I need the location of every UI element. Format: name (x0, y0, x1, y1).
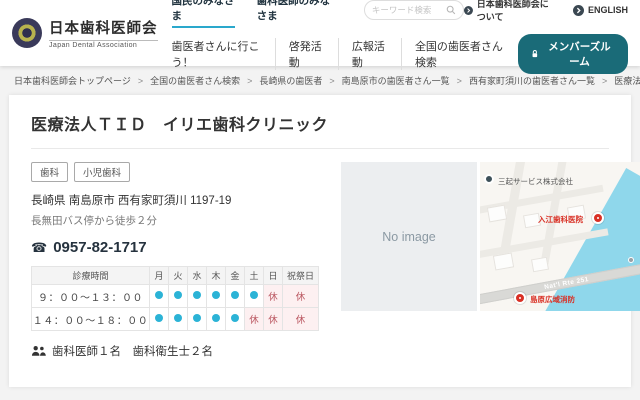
day-header: 金 (226, 267, 245, 285)
clinic-marker-icon (592, 212, 604, 224)
company-label: 三起サービス株式会社 (498, 176, 573, 187)
phone-link[interactable]: ☎ 0957-82-1717 (31, 239, 323, 256)
specialty-tag: 歯科 (31, 162, 68, 182)
phone-icon: ☎ (31, 240, 47, 256)
schedule-header-row: 診療時間 月火水木金土日祝祭日 (32, 267, 319, 285)
breadcrumb-item[interactable]: 南島原市の歯医者さん一覧 (342, 76, 450, 86)
search-input[interactable] (372, 5, 446, 15)
search-icon (446, 5, 456, 15)
closed-cell: 休 (283, 308, 319, 331)
day-header: 木 (207, 267, 226, 285)
staff-info: 歯科医師１名 歯科衛生士２名 (31, 343, 323, 359)
open-dot-icon (174, 314, 182, 322)
logo-subtitle: Japan Dental Association (49, 40, 158, 49)
utility-link[interactable]: 日本歯科医師会について (464, 0, 557, 23)
members-room-button[interactable]: メンバーズルーム (518, 34, 628, 74)
location-map[interactable]: Nat'l Rte 251 三起サービス株式会社 入江歯科医院 島原広域消防 (480, 162, 640, 311)
open-cell (188, 308, 207, 331)
open-cell (150, 308, 169, 331)
breadcrumb-item: 医療法人ＴＩＤ イリエ歯科クリニック (614, 76, 640, 86)
utility-links: 日本歯科医師会について ENGLISH (464, 0, 628, 23)
header-tab[interactable]: 国民のみなさま (172, 0, 235, 28)
nav-item[interactable]: 啓発活動 (275, 38, 338, 70)
day-header: 土 (245, 267, 264, 285)
no-image-placeholder: No image (341, 162, 477, 311)
open-dot-icon (231, 314, 239, 322)
open-dot-icon (193, 314, 201, 322)
open-dot-icon (212, 291, 220, 299)
open-cell (226, 308, 245, 331)
nav-item[interactable]: 歯医者さんに行こう！ (172, 38, 275, 70)
open-dot-icon (155, 314, 163, 322)
open-cell (207, 285, 226, 308)
clinic-access: 長無田バス停から徒歩２分 (31, 213, 323, 228)
open-dot-icon (250, 291, 258, 299)
fire-station-label: 島原広域消防 (530, 294, 575, 305)
nav-item[interactable]: 広報活動 (338, 38, 401, 70)
jda-emblem-icon (12, 18, 42, 48)
open-cell (169, 308, 188, 331)
circle-arrow-icon (464, 5, 473, 16)
open-cell (169, 285, 188, 308)
specialty-tag: 小児歯科 (74, 162, 130, 182)
schedule-time-header: 診療時間 (32, 267, 150, 285)
lock-icon (531, 49, 539, 59)
company-marker-icon (484, 174, 494, 184)
closed-cell: 休 (283, 285, 319, 308)
primary-tabs: 国民のみなさま歯科医師のみなさま (172, 0, 360, 28)
open-dot-icon (155, 291, 163, 299)
breadcrumb-item[interactable]: 西有家町須川の歯医者さん一覧 (469, 76, 595, 86)
keyword-search[interactable] (364, 0, 464, 20)
day-header: 月 (150, 267, 169, 285)
transit-stop-icon (628, 257, 634, 263)
day-header: 火 (169, 267, 188, 285)
open-cell (207, 308, 226, 331)
page-title: 医療法人ＴＩＤ イリエ歯科クリニック (31, 111, 609, 149)
site-header: 日本歯科医師会 Japan Dental Association 国民のみなさま… (0, 0, 640, 66)
clinic-tags: 歯科小児歯科 (31, 162, 323, 182)
nav-item[interactable]: 全国の歯医者さん検索 (401, 38, 518, 70)
utility-link[interactable]: ENGLISH (573, 5, 628, 16)
logo-title: 日本歯科医師会 (49, 17, 158, 38)
phone-number: 0957-82-1717 (53, 239, 146, 256)
schedule-table: 診療時間 月火水木金土日祝祭日 ９：００～１３：００ 休休 １４：００～１８：００ 休… (31, 266, 319, 331)
fire-station-marker-icon (514, 292, 526, 304)
closed-cell: 休 (245, 308, 264, 331)
header-tab[interactable]: 歯科医師のみなさま (257, 0, 338, 28)
open-cell (226, 285, 245, 308)
breadcrumb-item[interactable]: 全国の歯医者さん検索 (150, 76, 240, 86)
open-cell (150, 285, 169, 308)
breadcrumb-item[interactable]: 日本歯科医師会トップページ (14, 76, 131, 86)
schedule-body: ９：００～１３：００ 休休 １４：００～１８：００ 休休休 (32, 285, 319, 331)
open-cell (245, 285, 264, 308)
open-dot-icon (231, 291, 239, 299)
site-logo[interactable]: 日本歯科医師会 Japan Dental Association (12, 17, 158, 49)
schedule-row: ９：００～１３：００ 休休 (32, 285, 319, 308)
open-dot-icon (193, 291, 201, 299)
clinic-address: 長崎県 南島原市 西有家町須川 1197-19 (31, 192, 323, 208)
open-dot-icon (174, 291, 182, 299)
time-slot: ９：００～１３：００ (32, 285, 150, 308)
staff-text: 歯科医師１名 歯科衛生士２名 (52, 343, 213, 359)
open-dot-icon (212, 314, 220, 322)
closed-cell: 休 (264, 308, 283, 331)
time-slot: １４：００～１８：００ (32, 308, 150, 331)
day-header: 日 (264, 267, 283, 285)
breadcrumb-item[interactable]: 長崎県の歯医者 (259, 76, 322, 86)
schedule-row: １４：００～１８：００ 休休休 (32, 308, 319, 331)
clinic-detail-card: 医療法人ＴＩＤ イリエ歯科クリニック 歯科小児歯科 長崎県 南島原市 西有家町須… (9, 95, 631, 387)
closed-cell: 休 (264, 285, 283, 308)
main-nav: 歯医者さんに行こう！啓発活動広報活動全国の歯医者さん検索 (172, 38, 519, 70)
people-icon (31, 345, 46, 357)
day-header: 水 (188, 267, 207, 285)
open-cell (188, 285, 207, 308)
circle-arrow-icon (573, 5, 584, 16)
clinic-marker-label: 入江歯科医院 (538, 214, 583, 225)
day-header: 祝祭日 (283, 267, 319, 285)
